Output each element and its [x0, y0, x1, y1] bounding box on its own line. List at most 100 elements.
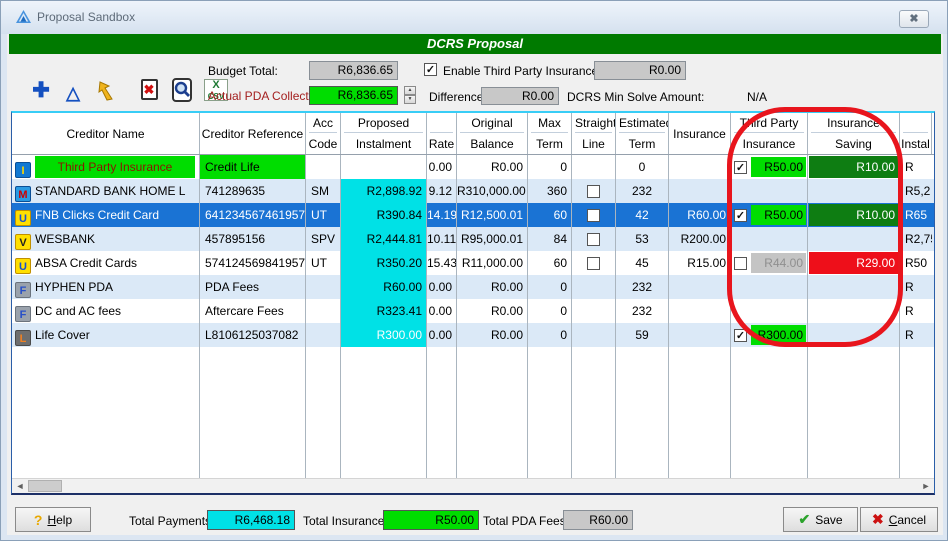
checkbox[interactable]: ✓	[734, 160, 747, 174]
grid-empty-column	[528, 347, 572, 478]
insurance-cell	[669, 323, 731, 347]
column-group-label: Insurance	[811, 113, 896, 133]
budget-total-field: R6,836.65	[309, 61, 398, 80]
creditor-name: Life Cover	[35, 328, 90, 342]
ref-cell: PDA Fees	[200, 275, 306, 299]
instalclip-cell: R	[905, 304, 914, 318]
straight-cell	[572, 299, 616, 323]
table-row[interactable]: V WESBANK 457895156 SPV R2,444.81 10.11 R95,00…	[12, 227, 934, 251]
column-header-maxterm[interactable]: Max Term	[528, 113, 572, 154]
column-header-name[interactable]: Creditor Name	[12, 113, 200, 154]
preview-magnifier-icon	[171, 78, 193, 106]
checkbox[interactable]: ✓	[734, 208, 747, 222]
estterm-cell: 0	[616, 155, 669, 179]
grid-empty-column	[200, 347, 306, 478]
grid-empty-column	[12, 347, 200, 478]
checkbox[interactable]	[734, 256, 747, 270]
scroll-left-icon[interactable]: ◄	[12, 479, 28, 493]
checkbox[interactable]: ✓	[734, 328, 747, 342]
save-button[interactable]: ✔ Save	[783, 507, 858, 532]
actual-pda-collection-field[interactable]: R6,836.65	[309, 86, 398, 105]
straight-cell	[572, 275, 616, 299]
table-row[interactable]: F DC and AC fees Aftercare Fees R323.41 0.00…	[12, 299, 934, 323]
delete-document-button[interactable]: ✖	[137, 79, 161, 103]
total-insurance-field: R50.00	[383, 510, 479, 530]
column-header-estterm[interactable]: Estimated Term	[616, 113, 669, 154]
close-button[interactable]: ✖	[899, 10, 929, 28]
ref-cell: Aftercare Fees	[200, 299, 306, 323]
column-header-ref[interactable]: Creditor Reference	[200, 113, 306, 154]
table-row[interactable]: M STANDARD BANK HOME L 741289635 SM R2,898.9…	[12, 179, 934, 203]
third-party-value: R50.00	[751, 157, 806, 177]
ref-cell: 6412345674619571	[200, 203, 306, 227]
maxterm-cell: 0	[528, 299, 572, 323]
acc-cell: UT	[306, 203, 341, 227]
name-cell: I Third Party Insurance	[12, 155, 200, 179]
spinner-down-icon[interactable]: ▼	[404, 95, 416, 104]
scroll-right-icon[interactable]: ►	[918, 479, 934, 493]
acc-cell	[306, 275, 341, 299]
insurance-saving-value: R10.00	[809, 204, 898, 226]
add-creditor-button[interactable]: ✚	[29, 79, 53, 103]
creditor-grid: Creditor Name Creditor Reference Acc Code Pr…	[11, 111, 935, 495]
column-header-label: Instalment	[355, 137, 412, 151]
ref-cell: 5741245698419573	[200, 251, 306, 275]
column-group-label: Acc	[309, 113, 337, 133]
creditor-name: ABSA Credit Cards	[35, 256, 138, 270]
preview-document-button[interactable]	[170, 78, 194, 102]
pda-spinner[interactable]: ▲ ▼	[404, 86, 416, 105]
cancel-button[interactable]: ✖ Cancel	[860, 507, 938, 532]
column-header-insurance[interactable]: Insurance	[669, 113, 731, 154]
min-solve-label: DCRS Min Solve Amount:	[567, 90, 705, 104]
enable-third-party-insurance-checkbox[interactable]: ✓	[424, 63, 437, 76]
column-header-acc[interactable]: Acc Code	[306, 113, 341, 154]
table-row[interactable]: U FNB Clicks Credit Card 6412345674619571 U…	[12, 203, 934, 227]
column-header-tp[interactable]: Third Party Insurance	[731, 113, 808, 154]
checkbox[interactable]	[587, 256, 600, 270]
title-bar: Proposal Sandbox ✖	[1, 1, 947, 34]
estterm-cell: 59	[616, 323, 669, 347]
column-group-label: Estimated	[619, 113, 668, 133]
column-header-label: Term	[628, 137, 656, 151]
column-header-saving[interactable]: Insurance Saving	[808, 113, 900, 154]
help-button[interactable]: ? Help	[15, 507, 91, 532]
tp-cell	[731, 299, 808, 323]
column-header-straight[interactable]: Straight Line	[572, 113, 616, 154]
rate-cell: 9.12	[427, 179, 457, 203]
enable-third-party-insurance-label: Enable Third Party Insurance	[443, 64, 599, 78]
column-header-rate[interactable]: Rate	[427, 113, 457, 154]
tp-cell: ✓ R300.00	[731, 323, 808, 347]
name-cell: V WESBANK	[12, 227, 200, 251]
balance-cell: R0.00	[457, 155, 528, 179]
column-group-label: Straight	[575, 113, 615, 133]
delta-icon: △	[66, 83, 80, 103]
column-header-balance[interactable]: Original Balance	[457, 113, 528, 154]
cancel-button-label: Cancel	[888, 512, 927, 527]
grid-empty-column	[669, 347, 731, 478]
insurance-cell: R200.00	[669, 227, 731, 251]
column-group-label	[903, 113, 928, 133]
checkbox[interactable]	[587, 232, 600, 246]
horizontal-scrollbar[interactable]: ◄ ►	[12, 478, 934, 493]
table-row[interactable]: F HYPHEN PDA PDA Fees R60.00 0.00 R0.00 0 232 R	[12, 275, 934, 299]
checkbox[interactable]	[587, 184, 600, 198]
spinner-up-icon[interactable]: ▲	[404, 86, 416, 95]
rate-cell: 15.43	[427, 251, 457, 275]
name-cell: M STANDARD BANK HOME L	[12, 179, 200, 203]
table-row[interactable]: L Life Cover L8106125037082 R300.00 0.00 R0.0…	[12, 323, 934, 347]
total-pda-fees-label: Total PDA Fees:	[483, 514, 570, 528]
ref-cell: 741289635	[200, 179, 306, 203]
table-row[interactable]: U ABSA Credit Cards 5741245698419573 UT R350…	[12, 251, 934, 275]
estterm-cell: 42	[616, 203, 669, 227]
column-header-instalment[interactable]: Proposed Instalment	[341, 113, 427, 154]
undo-button[interactable]	[95, 80, 119, 104]
column-header-instalclip[interactable]: Instal	[900, 113, 932, 154]
scrollbar-thumb[interactable]	[28, 480, 62, 492]
table-row[interactable]: I Third Party Insurance Credit Life 0.00 R0.…	[12, 155, 934, 179]
balance-cell: R95,000.01	[457, 227, 528, 251]
delta-button[interactable]: △	[61, 81, 85, 105]
instalclip-cell: R65	[905, 208, 928, 222]
checkbox[interactable]	[587, 208, 600, 222]
acc-cell	[306, 155, 341, 179]
creditor-name: DC and AC fees	[35, 304, 122, 318]
